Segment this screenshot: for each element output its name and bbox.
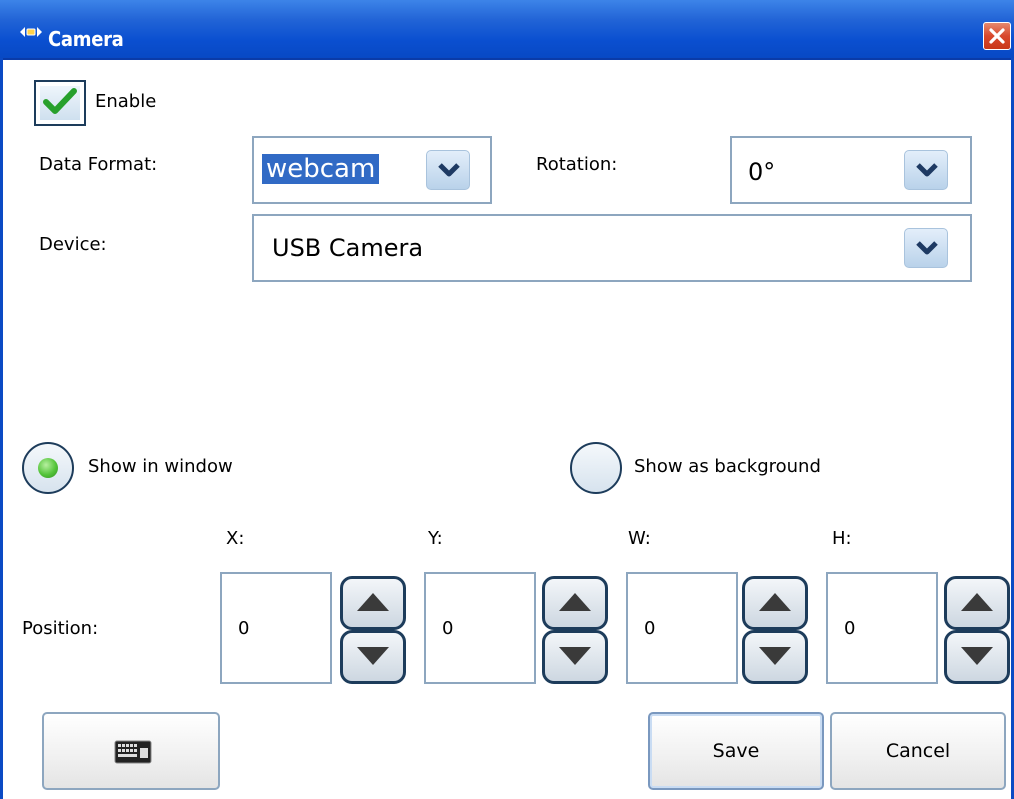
device-label: Device: bbox=[39, 234, 107, 255]
enable-checkbox[interactable] bbox=[34, 80, 86, 126]
radio-selected-dot bbox=[38, 458, 58, 478]
keyboard-button[interactable] bbox=[42, 712, 220, 790]
data-format-label: Data Format: bbox=[39, 154, 158, 175]
device-value: USB Camera bbox=[272, 234, 424, 262]
h-decrement-button[interactable] bbox=[944, 630, 1010, 684]
show-in-window-radio[interactable] bbox=[22, 442, 74, 494]
y-increment-button[interactable] bbox=[542, 576, 608, 630]
checkmark-icon bbox=[43, 88, 77, 114]
x-value: 0 bbox=[238, 618, 250, 639]
chevron-down-icon bbox=[438, 163, 460, 177]
arrow-down-icon bbox=[559, 647, 591, 665]
w-increment-button[interactable] bbox=[742, 576, 808, 630]
y-input[interactable]: 0 bbox=[424, 572, 536, 684]
enable-label: Enable bbox=[95, 91, 157, 112]
arrow-down-icon bbox=[357, 647, 389, 665]
x-input[interactable]: 0 bbox=[220, 572, 332, 684]
arrow-up-icon bbox=[357, 593, 389, 611]
rotation-value: 0° bbox=[748, 158, 776, 186]
arrow-down-icon bbox=[961, 647, 993, 665]
w-decrement-button[interactable] bbox=[742, 630, 808, 684]
camera-app-icon bbox=[20, 27, 42, 37]
w-label: W: bbox=[628, 528, 651, 549]
show-as-background-radio[interactable] bbox=[570, 442, 622, 494]
arrow-down-icon bbox=[759, 647, 791, 665]
show-in-window-label[interactable]: Show in window bbox=[88, 456, 233, 477]
h-value: 0 bbox=[844, 618, 856, 639]
show-as-background-label[interactable]: Show as background bbox=[634, 456, 821, 477]
window-title: Camera bbox=[48, 27, 124, 51]
arrow-up-icon bbox=[759, 593, 791, 611]
save-button[interactable]: Save bbox=[648, 712, 824, 790]
data-format-value: webcam bbox=[262, 154, 380, 184]
arrow-up-icon bbox=[961, 593, 993, 611]
x-decrement-button[interactable] bbox=[340, 630, 406, 684]
chevron-down-icon bbox=[916, 241, 938, 255]
device-dropdown-button[interactable] bbox=[904, 228, 948, 268]
chevron-down-icon bbox=[916, 163, 938, 177]
w-input[interactable]: 0 bbox=[626, 572, 738, 684]
data-format-dropdown[interactable]: webcam bbox=[252, 136, 492, 204]
x-increment-button[interactable] bbox=[340, 576, 406, 630]
window-border-left bbox=[0, 58, 3, 799]
cancel-button[interactable]: Cancel bbox=[830, 712, 1006, 790]
rotation-dropdown[interactable]: 0° bbox=[730, 136, 972, 204]
rotation-dropdown-button[interactable] bbox=[904, 150, 948, 190]
y-label: Y: bbox=[428, 528, 443, 549]
y-decrement-button[interactable] bbox=[542, 630, 608, 684]
h-input[interactable]: 0 bbox=[826, 572, 938, 684]
close-icon bbox=[989, 28, 1005, 44]
y-value: 0 bbox=[442, 618, 454, 639]
w-value: 0 bbox=[644, 618, 656, 639]
data-format-dropdown-button[interactable] bbox=[426, 150, 470, 190]
keyboard-icon bbox=[114, 740, 152, 764]
position-label: Position: bbox=[22, 618, 99, 639]
title-bar[interactable]: Camera bbox=[0, 0, 1014, 60]
close-button[interactable] bbox=[983, 22, 1011, 50]
rotation-label: Rotation: bbox=[536, 154, 618, 175]
h-label: H: bbox=[832, 528, 852, 549]
x-label: X: bbox=[226, 528, 245, 549]
h-increment-button[interactable] bbox=[944, 576, 1010, 630]
device-dropdown[interactable]: USB Camera bbox=[252, 214, 972, 282]
arrow-up-icon bbox=[559, 593, 591, 611]
